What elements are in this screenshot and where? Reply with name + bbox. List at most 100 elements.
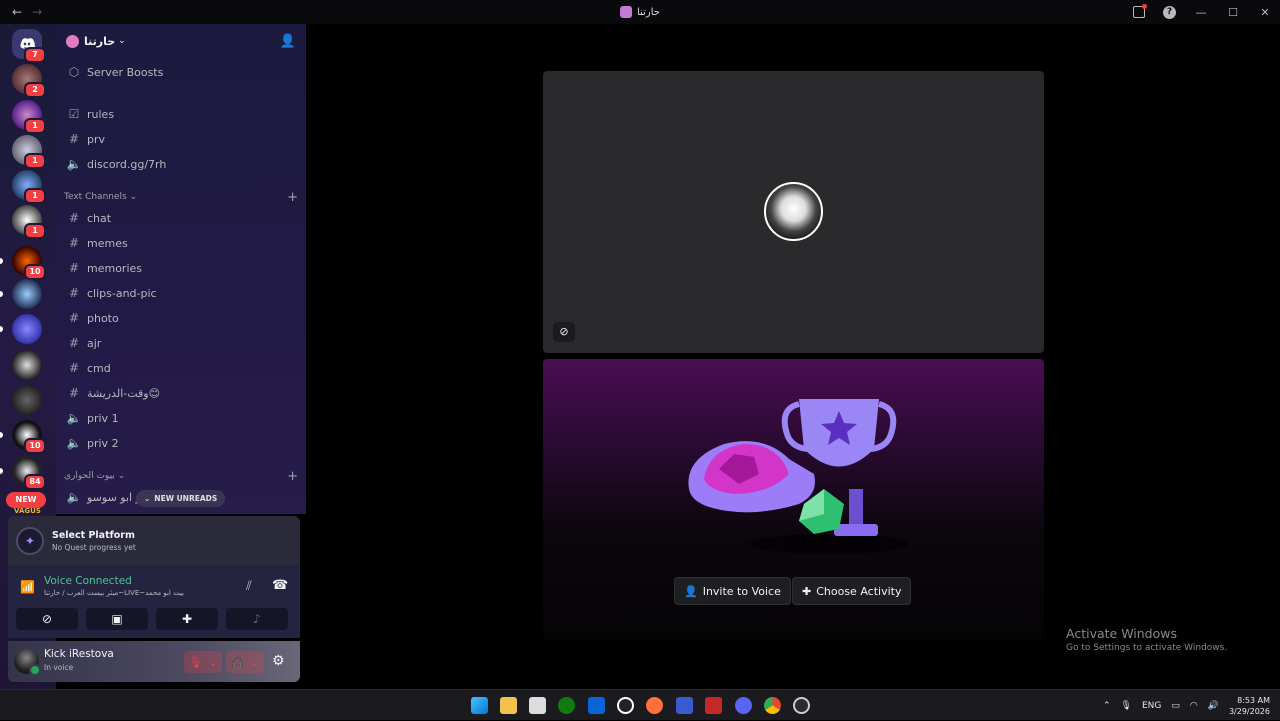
new-unreads-pill[interactable]: NEW	[6, 492, 46, 508]
channel-priv-1[interactable]: 🔈 priv 1	[64, 407, 298, 429]
discord-icon[interactable]	[735, 697, 752, 714]
invite-to-voice-button[interactable]: 👤 Invite to Voice	[674, 577, 791, 605]
disconnect-icon[interactable]: ☎	[272, 578, 288, 593]
activities-button[interactable]: ✚	[156, 608, 218, 630]
rules-icon: ☑	[68, 107, 80, 121]
camera-button[interactable]: ⊘	[16, 608, 78, 630]
server-icon[interactable]: 1	[12, 170, 46, 204]
volume-icon[interactable]: 🔊	[1208, 701, 1219, 711]
channel-rules[interactable]: ☑ rules	[64, 103, 298, 125]
chrome-icon[interactable]	[764, 697, 781, 714]
add-user-icon: 👤	[684, 584, 698, 598]
add-channel-icon[interactable]: +	[287, 190, 298, 205]
signal-icon[interactable]: 📶	[20, 580, 35, 594]
wifi-icon[interactable]: ◠	[1190, 701, 1198, 711]
gear-icon[interactable]: ⚙	[272, 653, 285, 669]
clock[interactable]: 8:53 AM 3/29/2026	[1229, 695, 1270, 717]
firefox-icon[interactable]	[646, 697, 663, 714]
forward-arrow-icon[interactable]: →	[32, 5, 42, 19]
network-icon[interactable]: ▭	[1171, 701, 1180, 711]
channel-clips-and-pic[interactable]: # clips-and-pic	[64, 282, 298, 304]
hash-icon: #	[68, 286, 80, 300]
category-text-channels[interactable]: Text Channels ⌄ +	[64, 189, 298, 205]
new-unreads-button[interactable]: ⌄ NEW UNREADS	[136, 490, 226, 507]
add-channel-icon[interactable]: +	[287, 469, 298, 484]
choose-activity-button[interactable]: ✚ Choose Activity	[792, 577, 912, 605]
avatar[interactable]	[14, 649, 41, 676]
guild-header[interactable]: حارتنا ⌄ 👤	[56, 24, 306, 58]
app-icon[interactable]	[793, 697, 810, 714]
invite-people-icon[interactable]: 👤	[280, 34, 296, 49]
mention-badge: 10	[24, 264, 46, 280]
server-icon[interactable]: 10	[0, 246, 46, 280]
unread-indicator	[0, 432, 3, 438]
language-indicator[interactable]: ENG	[1142, 701, 1161, 711]
inbox-icon[interactable]	[1133, 4, 1147, 18]
channel-discord-link[interactable]: 🔈 discord.gg/7rh	[64, 153, 298, 175]
voice-status[interactable]: Voice Connected	[44, 575, 132, 587]
server-icon[interactable]	[12, 350, 42, 380]
channel-prv[interactable]: # prv	[64, 128, 298, 150]
server-icon[interactable]: 1	[12, 135, 46, 169]
close-button[interactable]: ✕	[1258, 6, 1272, 19]
channel-label: priv 2	[87, 436, 119, 450]
speaker-icon: 🔈	[66, 157, 82, 171]
file-explorer-icon[interactable]	[500, 697, 517, 714]
server-icon[interactable]: 84	[0, 456, 46, 490]
help-icon[interactable]: ?	[1163, 5, 1176, 19]
mute-button[interactable]: 🎙 ⌄	[184, 651, 222, 673]
obs-icon[interactable]	[617, 697, 634, 714]
system-tray: ⌃ 🎙 ENG ▭ ◠ 🔊 8:53 AM 3/29/2026	[1103, 690, 1270, 721]
chevron-down-icon: ⌄	[208, 655, 218, 669]
noise-suppression-icon[interactable]: ⫽	[246, 579, 252, 594]
server-boosts-item[interactable]: ⬡ Server Boosts	[64, 61, 298, 83]
channel-chat[interactable]: # chat	[64, 207, 298, 229]
window-title-text: حارتنا	[637, 6, 660, 18]
screen-share-button[interactable]: ▣	[86, 608, 148, 630]
username[interactable]: Kick iRestova	[44, 648, 114, 660]
server-icon[interactable]: 2	[12, 64, 46, 98]
app-icon[interactable]	[705, 697, 722, 714]
channel-cmd[interactable]: # cmd	[64, 357, 298, 379]
taskbar: ⌃ 🎙 ENG ▭ ◠ 🔊 8:53 AM 3/29/2026	[0, 689, 1280, 720]
channel-photo[interactable]: # photo	[64, 307, 298, 329]
voice-channel-path[interactable]: مبثر بيست العرب / حارتنا~LIVE~بيت ابو مح…	[44, 589, 184, 597]
channel-label: memories	[87, 261, 143, 275]
mention-badge: 7	[24, 47, 46, 63]
channel-label: prv	[87, 132, 106, 146]
channel-arabic[interactable]: # وقت-الدريشة😊	[64, 382, 298, 404]
server-icon[interactable]: 10	[0, 420, 46, 454]
channel-memories[interactable]: # memories	[64, 257, 298, 279]
outlook-icon[interactable]	[588, 697, 605, 714]
server-icon[interactable]	[12, 385, 42, 415]
participant-tile[interactable]: ⊘	[543, 71, 1044, 353]
store-icon[interactable]	[529, 697, 546, 714]
channel-priv-2[interactable]: 🔈 priv 2	[64, 432, 298, 454]
channel-memes[interactable]: # memes	[64, 232, 298, 254]
mention-badge: 84	[24, 474, 46, 490]
xbox-icon[interactable]	[558, 697, 575, 714]
server-icon[interactable]: 1	[12, 205, 46, 239]
chevron-down-icon: ⌄	[144, 494, 151, 503]
new-unreads-label: NEW UNREADS	[154, 494, 218, 503]
quest-panel[interactable]: ✦ Select Platform No Quest progress yet	[8, 516, 300, 565]
app-icon[interactable]	[676, 697, 693, 714]
chevron-up-icon[interactable]: ⌃	[1103, 701, 1111, 711]
back-arrow-icon[interactable]: ←	[12, 5, 22, 19]
mic-icon[interactable]: 🎙	[1121, 701, 1132, 711]
direct-messages-button[interactable]: 7	[12, 29, 46, 63]
start-icon[interactable]	[471, 697, 488, 714]
participant-avatar	[764, 182, 823, 241]
server-icon[interactable]: 1	[12, 100, 46, 134]
deafen-button[interactable]: 🎧 ⌄	[226, 651, 264, 673]
hash-icon: #	[68, 132, 80, 146]
window-title: حارتنا	[620, 6, 660, 18]
chevron-down-icon: ⌄	[114, 471, 126, 481]
server-icon[interactable]	[0, 279, 42, 309]
channel-ajr[interactable]: # ajr	[64, 332, 298, 354]
maximize-button[interactable]: ☐	[1226, 6, 1240, 19]
soundboard-button[interactable]: ♪	[226, 608, 288, 630]
server-icon[interactable]	[0, 314, 42, 344]
minimize-button[interactable]: —	[1194, 6, 1208, 19]
category-voice[interactable]: بيوت الحواري ⌄ +	[64, 468, 298, 484]
